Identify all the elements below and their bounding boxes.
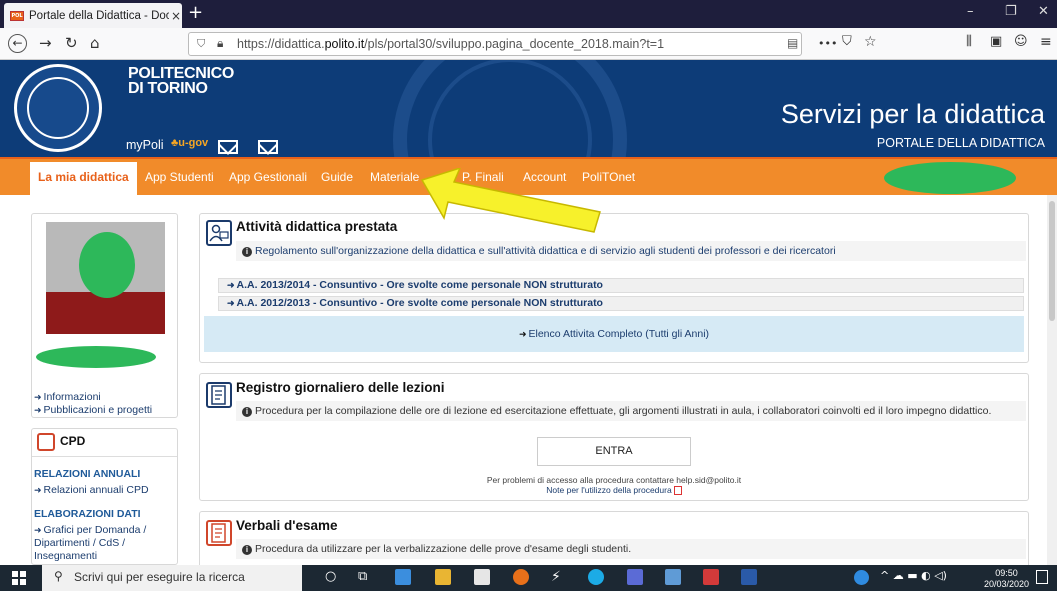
- menu-app-gestionali[interactable]: App Gestionali: [229, 170, 307, 184]
- close-window-icon[interactable]: ✕: [1038, 4, 1049, 19]
- back-icon[interactable]: ←: [8, 34, 27, 53]
- page-subtitle: PORTALE DELLA DIDATTICA: [876, 136, 1045, 150]
- menu-guide[interactable]: Guide: [321, 170, 353, 184]
- file-explorer-icon[interactable]: [435, 569, 451, 585]
- minimize-icon[interactable]: –: [967, 4, 974, 19]
- grafici-link-line2[interactable]: Dipartimenti / CdS /: [34, 537, 125, 549]
- verbali-document-icon: [206, 520, 232, 546]
- grafici-link-line3[interactable]: Insegnamenti: [34, 550, 97, 562]
- relazioni-cpd-link[interactable]: ➜ Relazioni annuali CPD: [34, 484, 149, 496]
- help-tray-icon[interactable]: [854, 570, 869, 585]
- url-text: https://didattica.polito.it/pls/portal30…: [237, 37, 665, 51]
- taskbar-clock[interactable]: 09:50 20/03/2020: [984, 568, 1029, 590]
- windows-taskbar: ⚲ Scrivi qui per eseguire la ricerca ○ ⧉…: [0, 565, 1057, 591]
- watermark-seal-icon: [393, 60, 627, 157]
- reader-view-icon[interactable]: ▤: [787, 36, 798, 50]
- registro-title: Registro giornaliero delle lezioni: [236, 380, 445, 395]
- home-icon[interactable]: ⌂: [90, 34, 100, 52]
- profile-panel: ➜ Informazioni ➜ Pubblicazioni e progetti: [31, 213, 178, 418]
- politecnico-seal-icon: [14, 64, 102, 152]
- consuntivo-2013-link[interactable]: ➜ A.A. 2013/2014 - Consuntivo - Ore svolt…: [218, 278, 1024, 293]
- notification-icon[interactable]: [1036, 570, 1048, 584]
- cortana-icon[interactable]: ○: [325, 569, 336, 584]
- browser-tab[interactable]: POL Portale della Didattica - Docent ×: [4, 3, 182, 28]
- search-placeholder: Scrivi qui per eseguire la ricerca: [74, 570, 245, 584]
- yellow-pointer-arrow-icon: [420, 168, 601, 233]
- lock-icon: 🔒︎: [217, 36, 224, 50]
- restore-icon[interactable]: ❐: [1005, 4, 1017, 19]
- mail-app-icon[interactable]: [395, 569, 411, 585]
- cpd-panel: CPD RELAZIONI ANNUALI ➜ Relazioni annuali…: [31, 428, 178, 565]
- mypoli-link[interactable]: myPoli: [126, 138, 164, 152]
- pocket-icon[interactable]: ⛉: [842, 34, 852, 49]
- pubblicazioni-link[interactable]: ➜ Pubblicazioni e progetti: [34, 404, 152, 416]
- skype-icon[interactable]: [588, 569, 604, 585]
- office-icon[interactable]: [703, 569, 719, 585]
- shield-icon: ⛉: [197, 37, 206, 50]
- windows-start-icon[interactable]: [12, 571, 26, 585]
- app-icon[interactable]: [665, 569, 681, 585]
- polito-mail-icon[interactable]: [258, 140, 278, 154]
- store-icon[interactable]: [474, 569, 490, 585]
- polito-favicon-icon: POL: [10, 10, 24, 21]
- url-bar[interactable]: ⛉ 🔒︎ https://didattica.polito.it/pls/por…: [188, 32, 802, 56]
- teacher-icon: [206, 220, 232, 246]
- vscode-icon[interactable]: ⚡: [551, 569, 567, 585]
- name-redaction: [36, 346, 156, 368]
- registro-panel: Registro giornaliero delle lezioni i Proc…: [199, 373, 1029, 501]
- browser-nav-bar: ← → ↻ ⌂ ⛉ 🔒︎ https://didattica.polito.it…: [0, 28, 1057, 60]
- attivita-panel: Attività didattica prestata i Regolamento…: [199, 213, 1029, 363]
- task-view-icon[interactable]: ⧉: [358, 569, 367, 584]
- informazioni-link[interactable]: ➜ Informazioni: [34, 391, 101, 403]
- page-scrollbar[interactable]: [1047, 195, 1057, 565]
- hamburger-menu-icon[interactable]: ≡: [1040, 34, 1052, 50]
- register-book-icon: [206, 382, 232, 408]
- regolamento-link[interactable]: i Regolamento sull'organizzazione della d…: [236, 241, 1026, 261]
- elaborazioni-heading: ELABORAZIONI DATI: [34, 508, 141, 520]
- ugov-link[interactable]: ♣u-gov: [171, 137, 208, 149]
- new-tab-icon[interactable]: +: [188, 2, 203, 23]
- tray-icons[interactable]: ^ ☁ ▬ ◐ ◁): [880, 569, 947, 582]
- forward-icon[interactable]: →: [39, 34, 52, 52]
- verbali-title: Verbali d'esame: [236, 518, 338, 533]
- library-icon[interactable]: ⫼: [966, 34, 972, 49]
- registro-info: i Procedura per la compilazione delle ore…: [236, 401, 1026, 421]
- pdf-icon: [673, 486, 682, 496]
- word-icon[interactable]: [741, 569, 757, 585]
- account-icon[interactable]: ☺: [1014, 34, 1028, 49]
- relazioni-heading: RELAZIONI ANNUALI: [34, 468, 141, 480]
- tab-close-icon[interactable]: ×: [171, 9, 181, 23]
- cpd-icon: [37, 433, 55, 451]
- bookmark-star-icon[interactable]: ☆: [864, 34, 877, 50]
- help-text: Per problemi di accesso alla procedura c…: [486, 475, 742, 485]
- cpd-title: CPD: [60, 434, 86, 448]
- page-actions-icon[interactable]: •••: [818, 37, 837, 50]
- taskbar-search-box[interactable]: ⚲ Scrivi qui per eseguire la ricerca: [42, 565, 302, 591]
- politecnico-logo[interactable]: POLITECNICO DI TORINO: [128, 66, 234, 97]
- verbali-info: i Procedura da utilizzare per la verbaliz…: [236, 539, 1026, 559]
- grafici-link[interactable]: ➜ Grafici per Domanda /: [34, 524, 146, 536]
- teams-icon[interactable]: [627, 569, 643, 585]
- menu-la-mia-didattica[interactable]: La mia didattica: [30, 162, 137, 196]
- search-icon: ⚲: [54, 569, 63, 583]
- tab-title: Portale della Didattica - Docent: [29, 9, 169, 22]
- verbali-panel: Verbali d'esame i Procedura da utilizzare…: [199, 511, 1029, 571]
- reload-icon[interactable]: ↻: [65, 34, 78, 52]
- browser-tab-bar: POL Portale della Didattica - Docent × +…: [0, 0, 1057, 28]
- elenco-completo-link[interactable]: ➜ Elenco Attivita Completo (Tutti gli Ann…: [204, 316, 1024, 352]
- firefox-icon[interactable]: [513, 569, 529, 585]
- site-header: POLITECNICO DI TORINO myPoli ♣u-gov Serv…: [0, 60, 1057, 157]
- sidebar-icon[interactable]: ▣: [990, 34, 1002, 49]
- attivita-title: Attività didattica prestata: [236, 219, 398, 234]
- entra-button[interactable]: ENTRA: [537, 437, 691, 466]
- profile-photo: [46, 222, 165, 334]
- menu-app-studenti[interactable]: App Studenti: [145, 170, 214, 184]
- note-procedura-link[interactable]: Note per l'utilizzo della procedura: [200, 485, 1028, 496]
- mail-icon[interactable]: [218, 140, 238, 154]
- main-content: ➜ Informazioni ➜ Pubblicazioni e progetti …: [0, 195, 1057, 571]
- user-name-redaction: [884, 162, 1016, 194]
- consuntivo-2012-link[interactable]: ➜ A.A. 2012/2013 - Consuntivo - Ore svolt…: [218, 296, 1024, 311]
- page-title: Servizi per la didattica: [780, 99, 1045, 129]
